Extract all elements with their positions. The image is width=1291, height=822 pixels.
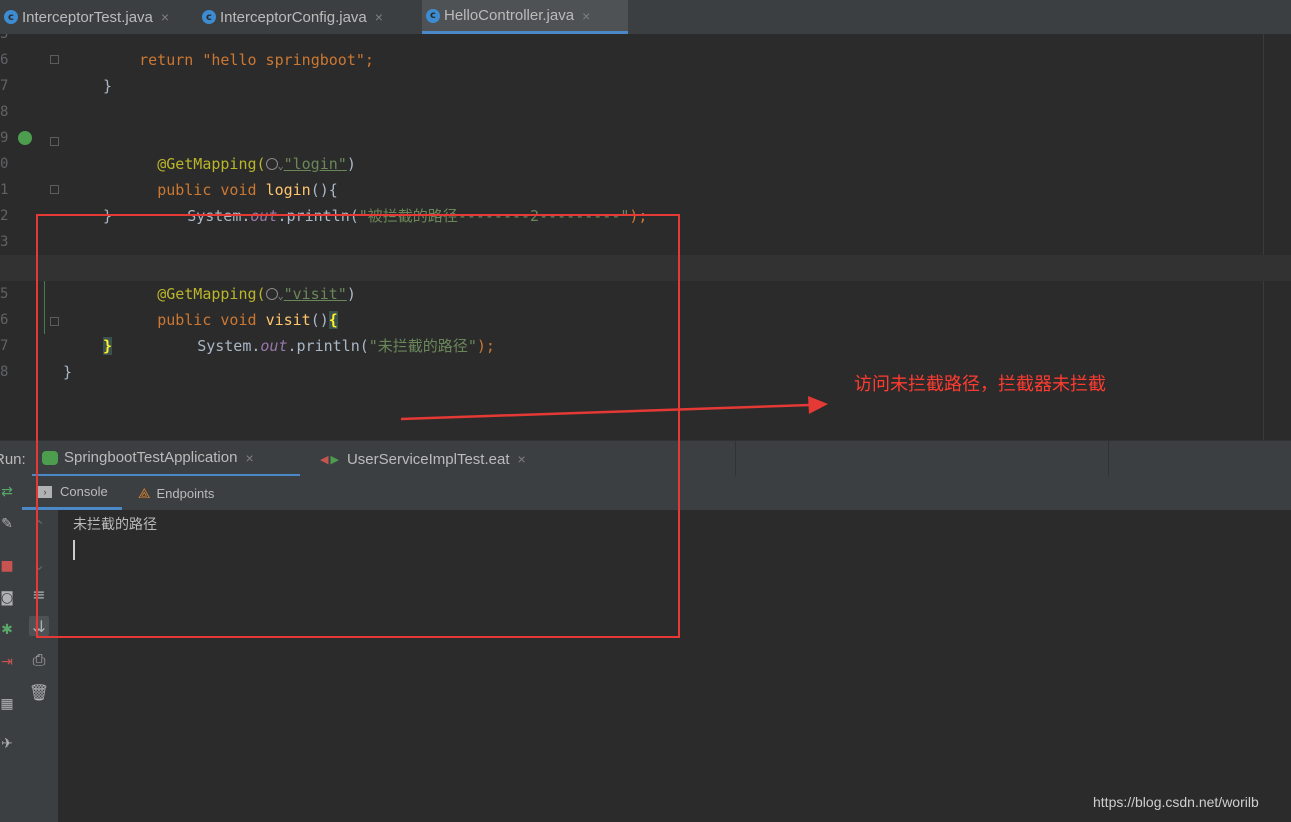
annotation-note: 访问未拦截路径，拦截器未拦截 (854, 374, 1106, 395)
annotation-arrow (400, 396, 828, 421)
watermark: https://blog.csdn.net/worilb (1093, 794, 1259, 810)
